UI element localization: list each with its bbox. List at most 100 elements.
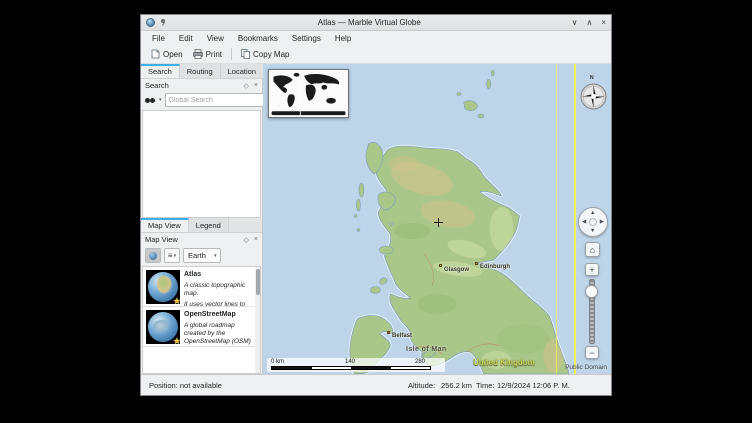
zoom-out-button[interactable]: − [585, 346, 599, 359]
celestial-body-select[interactable]: Earth ▾ [183, 248, 221, 263]
pan-control[interactable]: ▲ ▼ ◀ ▶ [578, 207, 608, 237]
tab-location[interactable]: Location [221, 64, 264, 78]
menu-bookmarks[interactable]: Bookmarks [231, 33, 285, 44]
open-file-icon [151, 49, 160, 59]
city-marker-icon [475, 262, 478, 265]
zoom-slider-thumb[interactable] [585, 285, 598, 298]
close-panel-icon[interactable]: × [254, 236, 258, 244]
favorite-star-icon[interactable]: ★ [173, 296, 181, 307]
map-view-panel-header: Map View ◇ × [141, 233, 262, 246]
close-button[interactable]: × [601, 18, 606, 28]
list-scrollbar[interactable] [255, 267, 260, 373]
list-scrollbar-thumb[interactable] [256, 269, 260, 295]
city-marker-icon [439, 264, 442, 267]
city-marker-icon [387, 331, 390, 334]
status-position: Position: not available [149, 381, 222, 390]
print-button-label: Print [206, 50, 222, 59]
list-view-button[interactable]: ≡ ▾ [164, 248, 180, 263]
menu-settings[interactable]: Settings [285, 33, 328, 44]
home-button[interactable]: ⌂ [585, 242, 600, 257]
plus-icon: + [589, 265, 594, 275]
label-isle-of-man: Isle of Man [406, 346, 447, 353]
map-center-crosshair-icon [434, 218, 443, 227]
search-results-area[interactable] [142, 110, 261, 218]
pan-down-icon[interactable]: ▼ [590, 228, 595, 234]
tab-legend[interactable]: Legend [189, 218, 229, 232]
sidebar-top-tabs: Search Routing Location [141, 64, 262, 79]
zoom-in-button[interactable]: + [585, 263, 599, 276]
pan-center-icon [589, 218, 597, 226]
map-scale-bar: 0 km 140 280 [267, 358, 445, 372]
map-view-controls: ≡ ▾ Earth ▾ [141, 246, 262, 266]
pin-icon [160, 19, 167, 26]
favorite-star-icon[interactable]: ★ [173, 336, 181, 347]
minimize-button[interactable]: ∨ [572, 18, 578, 28]
search-row: ▾ [141, 92, 262, 110]
celestial-body-value: Earth [188, 251, 206, 260]
list-item-atlas[interactable]: ★ Atlas A classic topographic map. It us… [143, 267, 260, 307]
menu-help[interactable]: Help [328, 33, 358, 44]
tab-routing[interactable]: Routing [180, 64, 221, 78]
map-theme-name: Atlas [184, 271, 252, 279]
copy-map-button[interactable]: Copy Map [236, 47, 294, 61]
graticule-line [574, 64, 576, 374]
city-belfast[interactable]: Belfast [387, 331, 412, 339]
sidebar: Search Routing Location Search ◇ × ▾ Map… [141, 64, 263, 374]
map-theme-list: ★ Atlas A classic topographic map. It us… [142, 266, 261, 374]
status-time-value: 12/9/2024 12:06 P. M. [497, 381, 570, 390]
map-view-panel-title: Map View [145, 235, 178, 244]
city-label: Glasgow [444, 267, 469, 273]
pan-right-icon[interactable]: ▶ [600, 219, 604, 225]
print-icon [193, 49, 203, 59]
pan-up-icon[interactable]: ▲ [590, 210, 595, 216]
menu-view[interactable]: View [200, 33, 231, 44]
menu-edit[interactable]: Edit [172, 33, 200, 44]
float-panel-icon[interactable]: ◇ [244, 82, 249, 90]
city-label: Belfast [392, 333, 412, 339]
chevron-down-icon: ▾ [174, 253, 177, 259]
tab-search[interactable]: Search [141, 64, 180, 78]
map-theme-desc: A global roadmap created by the OpenStre… [184, 322, 252, 346]
scale-max-label: 280 [415, 359, 425, 365]
attribution-label: Public Domain [565, 364, 607, 371]
pan-left-icon[interactable]: ◀ [582, 219, 586, 225]
scale-zero-label: 0 km [271, 359, 284, 365]
city-label: Edinburgh [480, 264, 510, 270]
status-altitude-value: 256.2 km [441, 381, 472, 390]
statusbar: Position: not available Altitude: 256.2 … [141, 374, 611, 395]
open-button[interactable]: Open [146, 47, 188, 61]
toolbar: Open Print Copy Map [141, 45, 611, 64]
close-panel-icon[interactable]: × [254, 82, 258, 90]
menu-file[interactable]: File [145, 33, 172, 44]
float-panel-icon[interactable]: ◇ [244, 236, 249, 244]
search-scope-dropdown-icon[interactable]: ▾ [159, 97, 162, 103]
global-search-input[interactable] [165, 93, 264, 107]
titlebar[interactable]: Atlas — Marble Virtual Globe ∨ ∧ × [141, 15, 611, 31]
map-canvas[interactable]: N Glasgow Edinburgh [263, 64, 611, 374]
toolbar-separator [231, 48, 232, 60]
overview-world-svg [269, 70, 348, 117]
chevron-down-icon: ▾ [214, 253, 217, 259]
tab-map-view[interactable]: Map View [141, 218, 189, 232]
scale-mid-label: 140 [345, 359, 355, 365]
city-glasgow[interactable]: Glasgow [439, 264, 469, 273]
search-scope-icon[interactable] [145, 97, 156, 104]
print-button[interactable]: Print [188, 47, 227, 61]
compass-north-label: N [590, 75, 594, 81]
globe-icon [149, 252, 157, 260]
city-edinburgh[interactable]: Edinburgh [475, 262, 510, 270]
globe-view-button[interactable] [145, 248, 161, 263]
status-altitude-label: Altitude: [408, 381, 435, 390]
osm-thumbnail: ★ [146, 310, 180, 344]
compass-rose[interactable] [580, 83, 607, 110]
open-button-label: Open [163, 50, 183, 59]
scale-ruler [271, 366, 431, 370]
status-time-label: Time: [476, 381, 494, 390]
search-panel-header: Search ◇ × [141, 79, 262, 92]
copy-icon [241, 49, 250, 59]
overview-map[interactable] [268, 69, 349, 118]
list-view-icon: ≡ [168, 251, 173, 260]
list-item-openstreetmap[interactable]: ★ OpenStreetMap A global roadmap created… [143, 307, 260, 347]
home-icon: ⌂ [590, 245, 595, 255]
maximize-button[interactable]: ∧ [586, 18, 592, 28]
